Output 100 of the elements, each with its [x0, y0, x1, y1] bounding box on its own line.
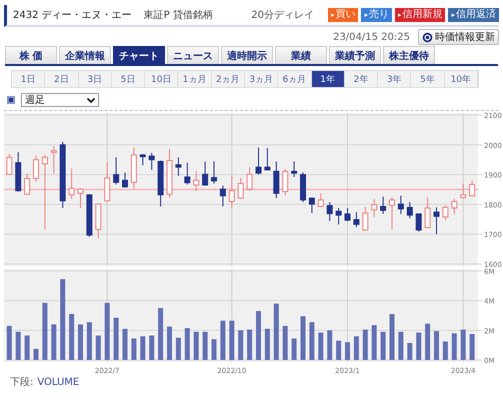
volume-bar — [149, 336, 154, 360]
candlestick — [113, 156, 120, 185]
candlestick — [389, 196, 395, 230]
tab[interactable]: 業績予測 — [329, 46, 381, 64]
caption-label: 下段: — [10, 377, 34, 389]
tab[interactable]: 企業情報 — [59, 46, 111, 64]
volume-bar — [202, 332, 208, 360]
tab[interactable]: 適時開示 — [221, 46, 273, 64]
volume-bar — [220, 320, 226, 360]
candlestick — [273, 161, 280, 199]
candlestick — [398, 195, 404, 214]
volume-bar — [292, 338, 297, 360]
candlestick — [318, 192, 324, 208]
refresh-button[interactable]: 時価情報更新 — [418, 29, 499, 45]
candlestick — [104, 162, 110, 202]
volume-bar — [264, 328, 270, 360]
candlestick — [86, 194, 92, 238]
caption-value: VOLUME — [37, 377, 80, 389]
volume-bar — [6, 326, 12, 360]
candlestick — [300, 172, 306, 203]
candlestick — [246, 166, 253, 192]
candlestick — [15, 152, 22, 192]
candlestick — [336, 207, 342, 225]
candlestick — [264, 148, 270, 171]
volume-bar — [362, 330, 368, 360]
volume-bar — [34, 348, 38, 360]
volume-bar — [184, 328, 190, 360]
candlestick — [60, 141, 66, 208]
candlestick — [442, 205, 448, 221]
candlestick — [202, 161, 208, 186]
candlestick — [122, 172, 128, 188]
volume-bar — [425, 324, 430, 360]
volume-bar — [470, 334, 475, 360]
candlestick — [175, 156, 182, 176]
tab[interactable]: 業績 — [275, 46, 327, 64]
candlestick — [211, 161, 217, 184]
volume-bar — [300, 316, 306, 360]
volume-bar — [176, 338, 181, 360]
tab[interactable]: 株主優待 — [383, 46, 435, 64]
volume-bar — [78, 324, 83, 360]
interval-select[interactable]: 週足 — [21, 93, 99, 107]
volume-bar — [452, 333, 457, 360]
candlestick — [130, 146, 137, 190]
period-tab[interactable]: 1年 — [312, 71, 345, 87]
candlestick — [406, 202, 413, 219]
candlestick — [291, 161, 298, 178]
candlestick — [380, 196, 386, 214]
volume-bar — [69, 314, 74, 360]
volume-bar — [442, 341, 448, 360]
candlestick — [460, 183, 466, 200]
candlestick — [184, 162, 190, 185]
volume-bar — [158, 308, 164, 360]
candlestick — [308, 197, 315, 214]
tab[interactable]: 株 価 — [5, 46, 57, 64]
volume-bar — [282, 326, 288, 360]
tab[interactable]: チャート — [113, 46, 165, 64]
candlestick — [78, 188, 84, 208]
timestamp: 23/04/15 20:25 — [333, 32, 410, 42]
candlestick — [256, 146, 262, 176]
volume-bar — [309, 322, 314, 360]
candlestick — [353, 212, 360, 228]
candlestick — [451, 198, 458, 214]
candlestick — [68, 168, 75, 200]
volume-bar — [42, 302, 48, 360]
volume-bar — [345, 342, 350, 360]
volume-bar — [51, 324, 56, 360]
volume-bar — [194, 332, 199, 360]
candlestick — [50, 146, 57, 174]
candlestick — [228, 174, 235, 208]
volume-bar — [336, 340, 342, 360]
volume-bar — [247, 330, 252, 360]
volume-bar — [114, 318, 119, 360]
candlestick — [362, 206, 368, 232]
volume-bar — [407, 342, 412, 360]
candlestick — [166, 148, 172, 198]
candlestick — [193, 170, 200, 192]
candlestick — [424, 196, 431, 229]
volume-bar — [24, 336, 30, 360]
volume-bar — [122, 328, 128, 360]
candlestick — [158, 160, 164, 207]
candlestick — [6, 153, 12, 176]
candlestick — [33, 155, 39, 182]
volume-bar — [380, 332, 386, 360]
candlestick — [326, 202, 333, 222]
volume-bar — [318, 332, 324, 360]
volume-bar — [16, 332, 21, 360]
candlestick — [416, 213, 422, 232]
candlestick — [95, 202, 102, 239]
candlestick — [282, 168, 288, 196]
delay-label: 20分ディレイ — [251, 9, 314, 22]
volume-bar — [131, 338, 136, 360]
candlestick — [24, 173, 30, 196]
candlestick — [371, 198, 378, 218]
volume-bar — [274, 304, 279, 360]
candlestick — [434, 206, 440, 235]
volume-bar — [229, 320, 234, 360]
tab[interactable]: ニュース — [167, 46, 219, 64]
stock-title: 2432 ディー・エヌ・エー — [13, 9, 132, 22]
candlestick — [220, 185, 226, 207]
volume-bar — [104, 302, 110, 360]
